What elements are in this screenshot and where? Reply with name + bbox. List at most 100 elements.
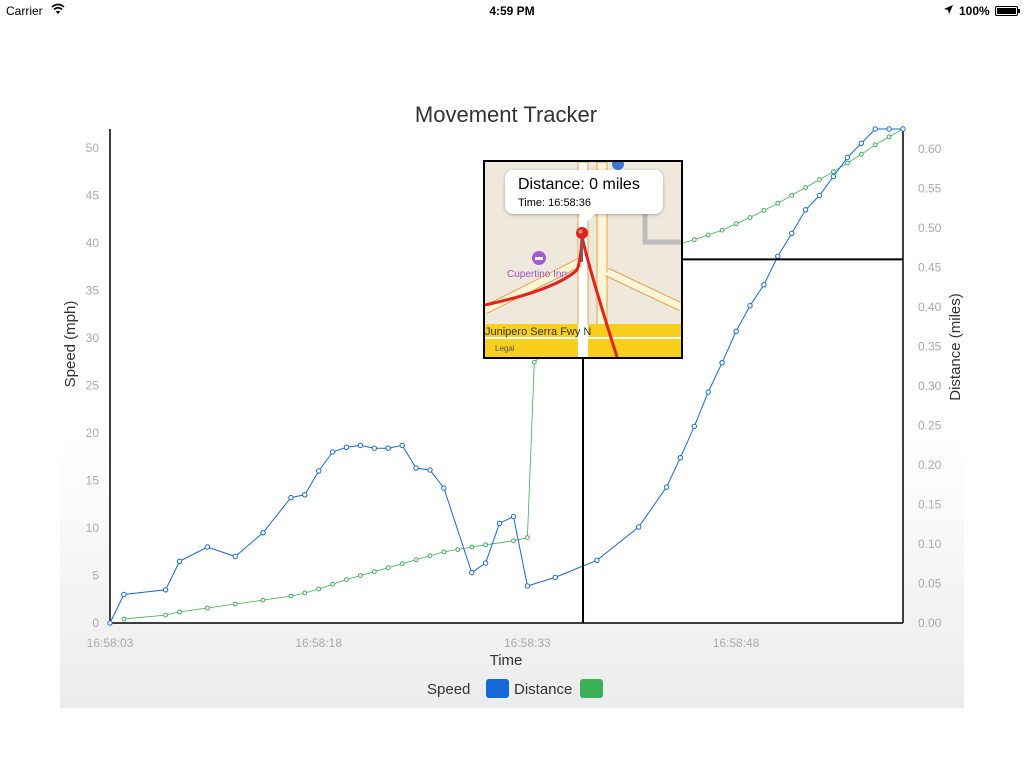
speed-data-point[interactable] (844, 154, 851, 161)
speed-data-point[interactable] (176, 558, 183, 564)
distance-data-point[interactable] (316, 586, 322, 592)
distance-data-point[interactable] (205, 605, 210, 611)
y-right-tick-label: 0.15 (918, 497, 942, 511)
distance-data-point[interactable] (399, 561, 405, 567)
speed-data-point[interactable] (316, 468, 322, 474)
distance-data-point[interactable] (302, 590, 308, 596)
y-right-tick-label: 0.35 (918, 339, 942, 353)
speed-data-point[interactable] (204, 544, 211, 550)
distance-data-point[interactable] (705, 232, 711, 238)
distance-data-point[interactable] (747, 215, 753, 220)
distance-data-point[interactable] (232, 601, 238, 607)
distance-data-point[interactable] (719, 227, 725, 233)
chart-title: Movement Tracker (415, 102, 597, 127)
y-left-tick-label: 35 (86, 284, 100, 298)
distance-data-point[interactable] (761, 208, 767, 213)
distance-data-point[interactable] (845, 160, 850, 166)
distance-data-point[interactable] (121, 616, 127, 622)
speed-data-point[interactable] (858, 140, 864, 147)
distance-data-point[interactable] (455, 547, 461, 552)
distance-data-point[interactable] (427, 553, 433, 559)
right-tick-labels: 0.00 0.05 0.10 0.15 0.20 0.25 0.30 0.35 0.40 0.45… (918, 142, 942, 630)
speed-data-point[interactable] (552, 574, 558, 581)
map-legal-link[interactable]: Legal (495, 344, 515, 353)
distance-data-point[interactable] (260, 597, 266, 603)
speed-data-point[interactable] (288, 494, 294, 501)
distance-data-point[interactable] (385, 565, 391, 571)
speed-data-point[interactable] (594, 557, 600, 563)
distance-data-point[interactable] (525, 535, 530, 540)
distance-data-point[interactable] (733, 221, 739, 227)
speed-data-point[interactable] (162, 587, 169, 593)
speed-data-point[interactable] (260, 530, 266, 536)
speed-data-point[interactable] (469, 569, 475, 576)
speed-data-point[interactable] (747, 303, 753, 309)
distance-data-point[interactable] (858, 151, 864, 157)
x-axis-label: Time (490, 652, 523, 669)
speed-data-point[interactable] (107, 620, 113, 626)
speed-data-point[interactable] (496, 520, 503, 526)
speed-data-point[interactable] (830, 173, 837, 180)
speed-data-point[interactable] (636, 524, 642, 530)
distance-data-point[interactable] (344, 577, 349, 582)
speed-data-point[interactable] (705, 389, 711, 395)
speed-data-point[interactable] (691, 423, 697, 430)
speed-data-point[interactable] (733, 328, 739, 334)
distance-data-point[interactable] (483, 542, 489, 548)
map-popup[interactable]: Distance: 0 miles Time: 16:58:36 Cuperti… (483, 160, 683, 359)
speed-data-point[interactable] (872, 126, 878, 132)
speed-data-point[interactable] (329, 449, 336, 455)
speed-data-point[interactable] (775, 253, 781, 259)
speed-data-point[interactable] (343, 444, 350, 450)
distance-data-point[interactable] (775, 200, 781, 206)
distance-data-point[interactable] (531, 359, 537, 365)
y-right-tick-label: 0.30 (918, 379, 942, 393)
map-callout[interactable]: Distance: 0 miles Time: 16:58:36 (505, 170, 663, 222)
x-tick-label: 16:58:48 (713, 636, 760, 650)
speed-data-point[interactable] (677, 455, 684, 461)
speed-data-point[interactable] (789, 230, 795, 237)
speed-data-point[interactable] (121, 591, 127, 598)
speed-data-point[interactable] (900, 126, 906, 132)
speed-data-point[interactable] (427, 467, 433, 473)
speed-data-point[interactable] (524, 583, 531, 589)
speed-data-point[interactable] (802, 207, 809, 213)
distance-data-point[interactable] (886, 134, 892, 140)
speed-data-point[interactable] (302, 492, 308, 498)
speed-data-point[interactable] (510, 513, 517, 520)
y-right-tick-label: 0.40 (918, 300, 942, 314)
speed-data-point[interactable] (663, 484, 670, 490)
speed-data-point[interactable] (399, 442, 405, 449)
distance-data-point[interactable] (469, 544, 475, 550)
legend-speed-swatch (486, 679, 509, 698)
distance-data-point[interactable] (817, 177, 822, 183)
y-left-tick-label: 40 (86, 236, 100, 250)
distance-data-point[interactable] (330, 581, 336, 587)
distance-data-point[interactable] (789, 193, 795, 198)
distance-data-point[interactable] (831, 169, 836, 175)
movement-chart[interactable]: Movement Tracker 0 5 10 15 20 25 30 35 40 45 50 0.… (0, 0, 1024, 768)
speed-data-point[interactable] (371, 445, 377, 451)
speed-data-point[interactable] (816, 192, 823, 199)
speed-data-point[interactable] (886, 126, 892, 132)
distance-data-point[interactable] (163, 612, 169, 618)
callout-title: Distance: 0 miles (518, 176, 640, 193)
speed-data-point[interactable] (441, 485, 447, 491)
speed-data-point[interactable] (719, 360, 725, 366)
distance-data-point[interactable] (872, 142, 878, 148)
distance-data-point[interactable] (803, 185, 808, 190)
distance-data-point[interactable] (413, 557, 419, 563)
distance-data-point[interactable] (441, 549, 447, 555)
speed-data-point[interactable] (385, 445, 391, 451)
distance-data-point[interactable] (288, 593, 294, 599)
speed-data-point[interactable] (413, 465, 419, 471)
distance-data-point[interactable] (177, 609, 183, 615)
speed-data-point[interactable] (482, 560, 489, 566)
distance-data-point[interactable] (371, 569, 377, 574)
speed-data-point[interactable] (357, 442, 364, 449)
speed-data-point[interactable] (232, 553, 238, 560)
distance-data-point[interactable] (511, 538, 516, 544)
speed-data-point[interactable] (761, 282, 767, 288)
distance-data-point[interactable] (358, 573, 363, 578)
distance-data-point[interactable] (691, 237, 697, 243)
